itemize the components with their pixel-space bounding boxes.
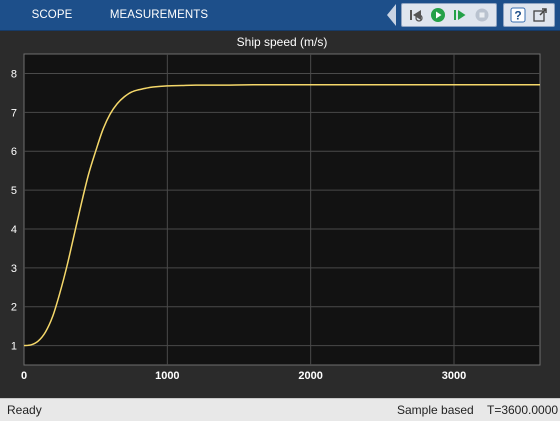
status-sample-mode: Sample based [397,403,474,417]
step-back-button[interactable] [405,5,427,25]
toolstrip: SCOPE MEASUREMENTS ? [0,0,560,31]
x-tick-label: 0 [21,370,27,382]
step-forward-button[interactable] [449,5,471,25]
undock-button[interactable] [529,5,551,25]
x-tick-label: 1000 [155,370,179,382]
window-controls: ? [503,3,555,27]
run-button[interactable] [427,5,449,25]
scope-figure: Ship speed (m/s) 1 2 3 4 5 6 7 8 0 1000 2000 3000 [0,31,560,398]
step-forward-icon [454,10,466,20]
collapse-arrow-icon[interactable] [387,4,396,26]
y-tick-label: 2 [11,302,17,314]
y-tick-label: 8 [11,68,17,80]
quick-access-toolbar: ? [387,3,555,27]
simulation-controls [401,3,497,27]
plot-title: Ship speed (m/s) [237,35,328,49]
status-bar: Ready Sample based T=3600.0000 [0,398,560,421]
undock-icon [533,8,547,22]
y-tick-label: 4 [11,224,17,236]
tab-scope[interactable]: SCOPE [23,0,81,30]
help-button[interactable]: ? [507,5,529,25]
stop-icon [475,8,489,22]
run-icon [431,8,445,22]
speed-plot[interactable]: Ship speed (m/s) 1 2 3 4 5 6 7 8 0 1000 2000 3000 [0,31,560,398]
svg-text:?: ? [514,9,521,23]
step-back-icon [410,10,423,22]
y-tick-label: 3 [11,263,17,275]
x-tick-label: 2000 [298,370,322,382]
y-tick-label: 5 [11,185,17,197]
status-ready: Ready [7,403,42,417]
tab-measurements[interactable]: MEASUREMENTS [108,0,210,30]
y-tick-label: 7 [11,107,17,119]
stop-button[interactable] [471,5,493,25]
help-icon: ? [510,7,526,23]
y-tick-label: 1 [11,341,17,353]
x-tick-label: 3000 [442,370,466,382]
y-tick-label: 6 [11,146,17,158]
status-sim-time: T=3600.0000 [487,403,559,417]
axes-background [23,53,541,366]
